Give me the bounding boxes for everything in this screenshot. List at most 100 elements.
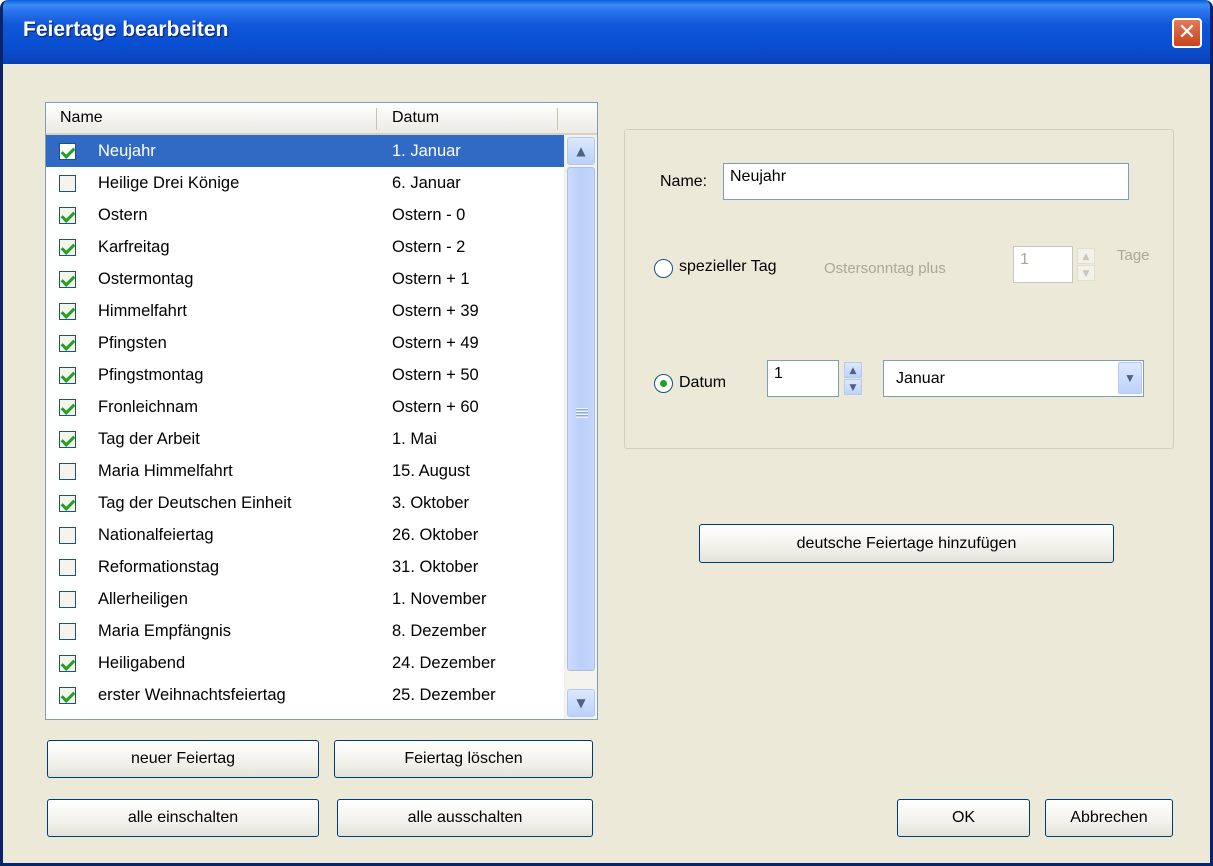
holiday-date: 1. November [392, 590, 487, 608]
holiday-name: Allerheiligen [98, 590, 188, 608]
list-item[interactable]: Neujahr 1. Januar [46, 135, 564, 167]
holiday-name: Ostern [98, 206, 148, 224]
holiday-checkbox[interactable] [59, 207, 76, 224]
window-title: Feiertage bearbeiten [23, 18, 229, 41]
holiday-date: Ostern + 1 [392, 270, 470, 288]
holiday-date: Ostern - 2 [392, 238, 466, 256]
holiday-name: Reformationstag [98, 558, 220, 576]
holiday-name: Karfreitag [98, 238, 170, 256]
holiday-checkbox[interactable] [59, 527, 76, 544]
list-header: Name Datum [46, 103, 597, 135]
list-item[interactable]: Himmelfahrt Ostern + 39 [46, 295, 564, 327]
holiday-checkbox[interactable] [59, 175, 76, 192]
title-bar[interactable]: Feiertage bearbeiten ✕ [3, 0, 1210, 64]
holiday-name: Heiligabend [98, 654, 186, 672]
vertical-scrollbar[interactable]: ▲ ▼ [564, 135, 597, 719]
holiday-checkbox[interactable] [59, 687, 76, 704]
scroll-thumb[interactable] [567, 167, 595, 671]
column-divider[interactable] [557, 108, 558, 130]
list-item[interactable]: erster Weihnachtsfeiertag 25. Dezember [46, 679, 564, 711]
list-item[interactable]: Ostermontag Ostern + 1 [46, 263, 564, 295]
stepper-up-icon[interactable]: ▲ [1077, 248, 1095, 264]
dialog-window: Feiertage bearbeiten ✕ Name Datum Neujah… [0, 0, 1213, 866]
special-day-label[interactable]: spezieller Tag [679, 258, 777, 276]
holiday-name: Tag der Arbeit [98, 430, 200, 448]
holiday-checkbox[interactable] [59, 463, 76, 480]
holiday-checkbox[interactable] [59, 303, 76, 320]
column-header-date[interactable]: Datum [392, 109, 439, 127]
list-item[interactable]: Ostern Ostern - 0 [46, 199, 564, 231]
list-item[interactable]: Pfingstmontag Ostern + 50 [46, 359, 564, 391]
holiday-checkbox[interactable] [59, 367, 76, 384]
holiday-date: 1. Mai [392, 430, 437, 448]
holiday-edit-group: Name: Neujahr spezieller Tag Ostersonnta… [624, 129, 1174, 449]
column-divider[interactable] [376, 108, 377, 130]
holiday-name: Nationalfeiertag [98, 526, 214, 544]
easter-sunday-label: Ostersonntag plus [824, 260, 946, 277]
delete-holiday-button[interactable]: Feiertag löschen [334, 740, 593, 778]
new-holiday-button[interactable]: neuer Feiertag [47, 740, 319, 778]
holiday-list[interactable]: Name Datum Neujahr 1. Januar Heilige Drei … [45, 102, 598, 720]
list-item[interactable]: Allerheiligen 1. November [46, 583, 564, 615]
holiday-checkbox[interactable] [59, 335, 76, 352]
easter-offset-stepper[interactable]: ▲ ▼ [1077, 248, 1095, 281]
holiday-date: 24. Dezember [392, 654, 496, 672]
list-item[interactable]: Heilige Drei Könige 6. Januar [46, 167, 564, 199]
cancel-button[interactable]: Abbrechen [1045, 799, 1173, 837]
enable-all-button[interactable]: alle einschalten [47, 799, 319, 837]
date-radio[interactable] [654, 374, 673, 393]
month-select[interactable]: Januar ▼ [883, 360, 1144, 397]
disable-all-button[interactable]: alle ausschalten [337, 799, 593, 837]
grip-icon [576, 408, 588, 418]
list-item[interactable]: Nationalfeiertag 26. Oktober [46, 519, 564, 551]
holiday-checkbox[interactable] [59, 495, 76, 512]
list-item[interactable]: Pfingsten Ostern + 49 [46, 327, 564, 359]
column-header-name[interactable]: Name [60, 109, 103, 127]
list-rows: Neujahr 1. Januar Heilige Drei Könige 6. Ja… [46, 135, 564, 711]
holiday-checkbox[interactable] [59, 143, 76, 160]
list-item[interactable]: Tag der Arbeit 1. Mai [46, 423, 564, 455]
holiday-checkbox[interactable] [59, 239, 76, 256]
holiday-name: Ostermontag [98, 270, 194, 288]
holiday-checkbox[interactable] [59, 591, 76, 608]
ok-button[interactable]: OK [897, 799, 1030, 837]
holiday-checkbox[interactable] [59, 655, 76, 672]
name-label: Name: [660, 173, 708, 190]
list-item[interactable]: Reformationstag 31. Oktober [46, 551, 564, 583]
stepper-down-icon[interactable]: ▼ [844, 379, 862, 395]
list-item[interactable]: Maria Empfängnis 8. Dezember [46, 615, 564, 647]
holiday-name: Himmelfahrt [98, 302, 187, 320]
day-input[interactable]: 1 [767, 360, 839, 397]
holiday-date: Ostern + 49 [392, 334, 479, 352]
scroll-down-button[interactable]: ▼ [567, 689, 595, 717]
holiday-checkbox[interactable] [59, 399, 76, 416]
holiday-checkbox[interactable] [59, 271, 76, 288]
holiday-date: 31. Oktober [392, 558, 479, 576]
holiday-date: 8. Dezember [392, 622, 487, 640]
list-item[interactable]: Karfreitag Ostern - 2 [46, 231, 564, 263]
holiday-name: Heilige Drei Könige [98, 174, 240, 192]
date-label[interactable]: Datum [679, 374, 726, 392]
holiday-name: Tag der Deutschen Einheit [98, 494, 292, 512]
list-item[interactable]: Fronleichnam Ostern + 60 [46, 391, 564, 423]
stepper-up-icon[interactable]: ▲ [844, 362, 862, 378]
holiday-date: Ostern + 60 [392, 398, 479, 416]
stepper-down-icon[interactable]: ▼ [1077, 265, 1095, 281]
holiday-name: erster Weihnachtsfeiertag [98, 686, 286, 704]
list-item[interactable]: Maria Himmelfahrt 15. August [46, 455, 564, 487]
list-item[interactable]: Heiligabend 24. Dezember [46, 647, 564, 679]
holiday-date: Ostern + 50 [392, 366, 479, 384]
easter-offset-input[interactable]: 1 [1013, 246, 1073, 283]
list-item[interactable]: Tag der Deutschen Einheit 3. Oktober [46, 487, 564, 519]
add-german-holidays-button[interactable]: deutsche Feiertage hinzufügen [699, 524, 1114, 563]
name-input[interactable]: Neujahr [723, 163, 1129, 200]
day-stepper[interactable]: ▲ ▼ [844, 362, 862, 395]
special-day-radio[interactable] [654, 259, 673, 278]
chevron-down-icon[interactable]: ▼ [1118, 362, 1142, 394]
holiday-checkbox[interactable] [59, 431, 76, 448]
scroll-up-button[interactable]: ▲ [567, 137, 595, 165]
holiday-checkbox[interactable] [59, 559, 76, 576]
close-button[interactable]: ✕ [1172, 18, 1202, 48]
holiday-date: 25. Dezember [392, 686, 496, 704]
holiday-checkbox[interactable] [59, 623, 76, 640]
